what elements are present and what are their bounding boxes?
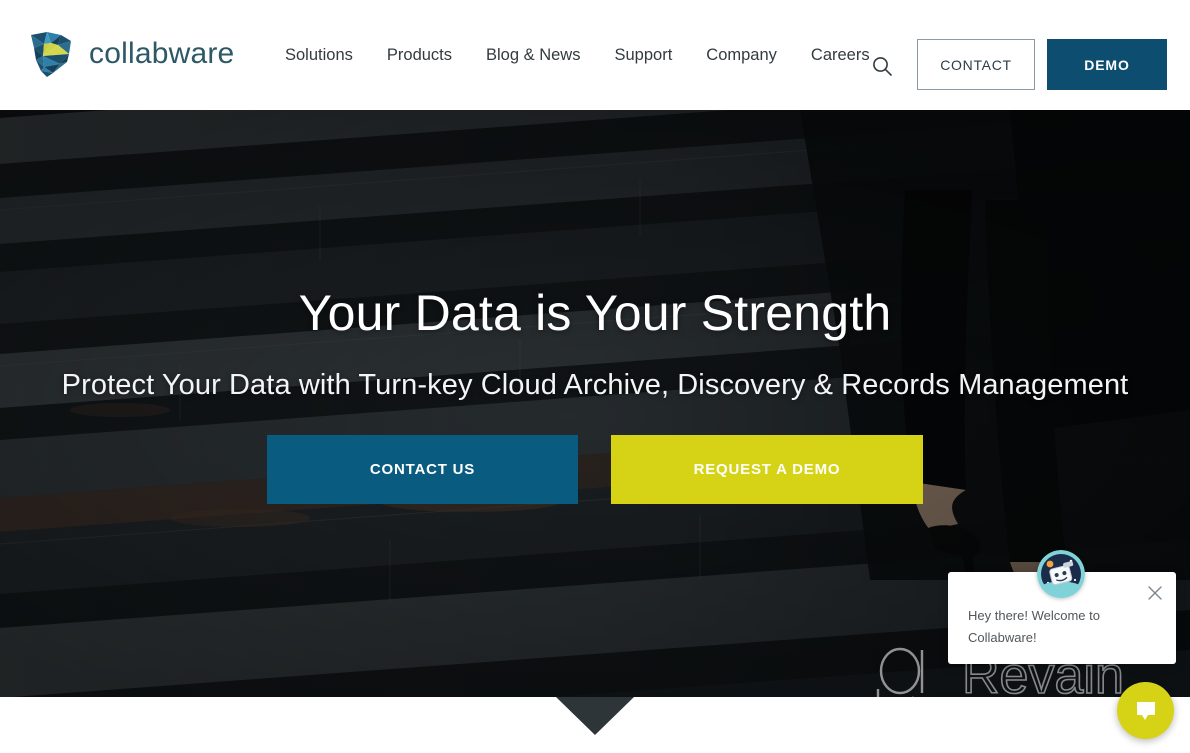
hero-request-demo-button[interactable]: REQUEST A DEMO xyxy=(611,435,923,504)
close-icon[interactable] xyxy=(1142,580,1168,606)
chat-bubble-icon xyxy=(1136,701,1155,720)
nav-item-support[interactable]: Support xyxy=(597,47,689,64)
nav-item-products[interactable]: Products xyxy=(370,47,469,64)
main-navigation: Solutions Products Blog & News Support C… xyxy=(268,0,887,110)
scroll-down-chevron-icon[interactable] xyxy=(556,697,634,735)
chat-avatar xyxy=(1037,550,1085,598)
hero-subtitle: Protect Your Data with Turn-key Cloud Ar… xyxy=(61,369,1129,401)
nav-item-blog-and-news[interactable]: Blog & News xyxy=(469,47,597,64)
chat-launcher-button[interactable] xyxy=(1117,682,1174,739)
collabware-shield-logo-icon xyxy=(27,29,81,79)
hero-cta-group: CONTACT US REQUEST A DEMO xyxy=(0,435,1190,504)
nav-item-solutions[interactable]: Solutions xyxy=(268,47,370,64)
page-root: collabware Solutions Products Blog & New… xyxy=(0,0,1190,753)
chat-greeting-message: Hey there! Welcome to Collabware! xyxy=(968,608,1100,646)
brand-wordmark: collabware xyxy=(89,37,235,70)
search-icon[interactable] xyxy=(868,52,896,80)
hero-title: Your Data is Your Strength xyxy=(298,285,892,341)
contact-button[interactable]: CONTACT xyxy=(917,39,1035,90)
site-header: collabware Solutions Products Blog & New… xyxy=(0,0,1190,110)
nav-item-company[interactable]: Company xyxy=(689,47,794,64)
demo-button[interactable]: DEMO xyxy=(1047,39,1167,90)
brand-logo-link[interactable]: collabware xyxy=(27,28,234,80)
hero-contact-us-button[interactable]: CONTACT US xyxy=(267,435,578,504)
